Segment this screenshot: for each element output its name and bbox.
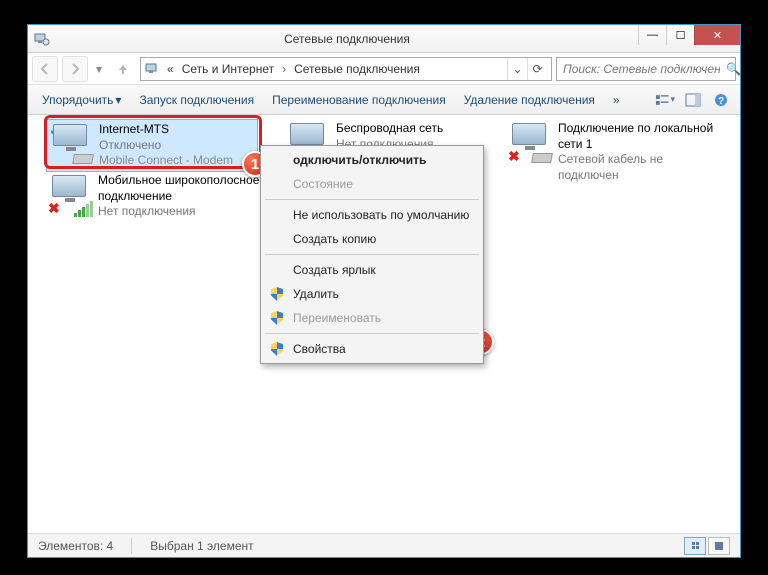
search-box[interactable]: 🔍	[556, 57, 736, 81]
context-menu: одключить/отключить Состояние Не использ…	[260, 145, 484, 364]
shield-icon	[269, 310, 285, 326]
rename-connection-button[interactable]: Переименование подключения	[266, 89, 452, 111]
close-button[interactable]: ✕	[694, 25, 740, 45]
connection-name: Подключение по локальной сети 1	[558, 121, 724, 152]
connection-name: Беспроводная сеть	[336, 121, 443, 137]
search-input[interactable]	[561, 61, 722, 77]
view-options-button[interactable]: ▾	[654, 89, 676, 111]
nav-history-dropdown[interactable]: ▾	[92, 62, 106, 76]
connection-status: Нет подключения	[98, 204, 268, 220]
shield-icon	[269, 286, 285, 302]
minimize-button[interactable]: —	[638, 25, 666, 45]
error-x-icon: ✖	[48, 200, 60, 217]
nav-forward-button[interactable]	[62, 56, 88, 82]
maximize-button[interactable]: ☐	[666, 25, 694, 45]
delete-connection-button[interactable]: Удаление подключения	[458, 89, 601, 111]
command-bar: Упорядочить ▾ Запуск подключения Переиме…	[28, 85, 740, 115]
error-x-icon: ✖	[508, 148, 520, 165]
refresh-button[interactable]: ⟳	[527, 58, 547, 80]
status-selected-count: Выбран 1 элемент	[150, 539, 253, 553]
connection-internet-mts[interactable]: ✓ Internet-MTS Отключено Mobile Connect …	[46, 119, 258, 172]
context-properties[interactable]: Свойства	[263, 337, 481, 361]
chevron-down-icon: ▾	[115, 93, 121, 107]
titlebar: Сетевые подключения — ☐ ✕	[28, 25, 740, 53]
explorer-window: Сетевые подключения — ☐ ✕ ▾ « Сеть и Инт…	[27, 24, 741, 558]
chevron-right-icon: ›	[280, 62, 288, 76]
breadcrumb-parent[interactable]: Сеть и Интернет	[180, 60, 276, 78]
preview-pane-button[interactable]	[682, 89, 704, 111]
connection-status: Отключено	[99, 138, 233, 154]
status-element-count: Элементов: 4	[38, 539, 113, 553]
address-bar[interactable]: « Сеть и Интернет › Сетевые подключения …	[140, 57, 552, 81]
connection-name: Мобильное широкополосное подключение	[98, 173, 268, 204]
status-separator	[131, 538, 132, 554]
connection-icon: ✖	[48, 173, 92, 217]
connection-icon: ✖	[508, 121, 552, 165]
overflow-chevron[interactable]: »	[607, 89, 626, 111]
context-rename: Переименовать	[263, 306, 481, 330]
context-connect-toggle[interactable]: одключить/отключить	[263, 148, 481, 172]
status-bar: Элементов: 4 Выбран 1 элемент	[28, 533, 740, 557]
organize-menu[interactable]: Упорядочить ▾	[36, 89, 127, 111]
connection-device: Mobile Connect - Modem	[99, 153, 233, 169]
location-icon	[145, 61, 161, 77]
connection-name: Internet-MTS	[99, 122, 233, 138]
menu-separator	[265, 254, 479, 255]
address-dropdown[interactable]: ⌄	[507, 58, 527, 80]
context-create-shortcut[interactable]: Создать ярлык	[263, 258, 481, 282]
nav-back-button[interactable]	[32, 56, 58, 82]
app-icon	[34, 31, 50, 47]
menu-separator	[265, 333, 479, 334]
shield-icon	[269, 341, 285, 357]
context-no-default[interactable]: Не использовать по умолчанию	[263, 203, 481, 227]
connection-status: Сетевой кабель не подключен	[558, 152, 724, 183]
view-large-icons-button[interactable]	[708, 537, 730, 555]
context-create-copy[interactable]: Создать копию	[263, 227, 481, 251]
svg-text:?: ?	[718, 96, 724, 107]
breadcrumb-current[interactable]: Сетевые подключения	[292, 60, 422, 78]
content-area: ✓ Internet-MTS Отключено Mobile Connect …	[28, 115, 740, 533]
window-controls: — ☐ ✕	[638, 25, 740, 45]
menu-separator	[265, 199, 479, 200]
breadcrumb-root[interactable]: «	[165, 60, 176, 78]
view-details-button[interactable]	[684, 537, 706, 555]
search-icon: 🔍	[726, 62, 741, 76]
nav-up-button[interactable]	[110, 56, 136, 82]
connection-lan-1[interactable]: ✖ Подключение по локальной сети 1 Сетево…	[506, 119, 726, 185]
window-title: Сетевые подключения	[56, 32, 638, 46]
context-delete[interactable]: Удалить	[263, 282, 481, 306]
navigation-bar: ▾ « Сеть и Интернет › Сетевые подключени…	[28, 53, 740, 85]
context-status: Состояние	[263, 172, 481, 196]
connection-mobile-broadband[interactable]: ✖ Мобильное широкополосное подключение Н…	[46, 171, 276, 222]
connection-icon: ✓	[49, 122, 93, 166]
view-mode-toggles	[684, 537, 730, 555]
start-connection-button[interactable]: Запуск подключения	[133, 89, 260, 111]
help-button[interactable]: ?	[710, 89, 732, 111]
